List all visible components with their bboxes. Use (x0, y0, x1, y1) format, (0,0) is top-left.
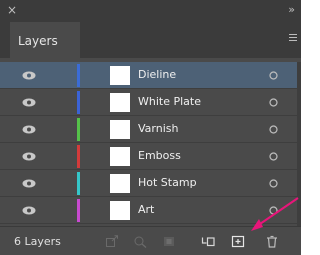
visibility-eye-icon[interactable] (22, 98, 36, 107)
layer-list-scrollbar[interactable] (297, 62, 301, 227)
layers-panel: × » Layers Dieline White Plate Varnish E… (0, 0, 301, 255)
layer-color-bar (77, 199, 80, 222)
layer-count-label: 6 Layers (14, 235, 61, 248)
layer-name[interactable]: Art (138, 203, 154, 216)
target-circle-icon[interactable] (269, 98, 278, 107)
locate-object-icon[interactable] (133, 235, 147, 248)
layer-thumbnail (110, 66, 130, 85)
make-clipping-mask-icon[interactable] (162, 235, 176, 248)
layer-thumbnail (110, 201, 130, 220)
layer-name[interactable]: Emboss (138, 149, 181, 162)
layer-name[interactable]: White Plate (138, 95, 201, 108)
layer-thumbnail (110, 93, 130, 112)
target-circle-icon[interactable] (269, 179, 278, 188)
visibility-eye-icon[interactable] (22, 206, 36, 215)
new-layer-icon[interactable] (231, 235, 245, 248)
collapse-icon[interactable]: » (288, 3, 295, 17)
close-icon[interactable]: × (7, 3, 17, 17)
panel-title-bar: × » (0, 0, 301, 22)
target-circle-icon[interactable] (269, 125, 278, 134)
target-circle-icon[interactable] (269, 152, 278, 161)
layer-row-hot-stamp[interactable]: Hot Stamp (0, 170, 301, 197)
panel-menu-icon[interactable] (289, 34, 297, 42)
layer-name[interactable]: Varnish (138, 122, 178, 135)
layer-color-bar (77, 91, 80, 114)
panel-tab-bar: Layers (0, 22, 301, 58)
layer-row-dieline[interactable]: Dieline (0, 62, 301, 89)
panel-footer: 6 Layers (0, 226, 301, 255)
create-sublayer-icon[interactable] (201, 235, 215, 248)
layer-row-varnish[interactable]: Varnish (0, 116, 301, 143)
layer-row-white-plate[interactable]: White Plate (0, 89, 301, 116)
layer-color-bar (77, 172, 80, 195)
row-separator (0, 223, 301, 224)
layer-thumbnail (110, 174, 130, 193)
layer-color-bar (77, 145, 80, 168)
target-circle-icon[interactable] (269, 71, 278, 80)
export-icon[interactable] (105, 235, 119, 248)
layer-row-emboss[interactable]: Emboss (0, 143, 301, 170)
visibility-eye-icon[interactable] (22, 179, 36, 188)
visibility-eye-icon[interactable] (22, 125, 36, 134)
target-circle-icon[interactable] (269, 206, 278, 215)
visibility-eye-icon[interactable] (22, 152, 36, 161)
layer-color-bar (77, 118, 80, 141)
tab-layers[interactable]: Layers (10, 22, 80, 58)
layer-row-art[interactable]: Art (0, 197, 301, 224)
layer-color-bar (77, 64, 80, 87)
visibility-eye-icon[interactable] (22, 71, 36, 80)
tab-layers-label: Layers (18, 34, 58, 48)
delete-layer-icon[interactable] (265, 235, 279, 248)
layer-name[interactable]: Hot Stamp (138, 176, 197, 189)
layer-thumbnail (110, 120, 130, 139)
layer-name[interactable]: Dieline (138, 68, 176, 81)
layer-thumbnail (110, 147, 130, 166)
